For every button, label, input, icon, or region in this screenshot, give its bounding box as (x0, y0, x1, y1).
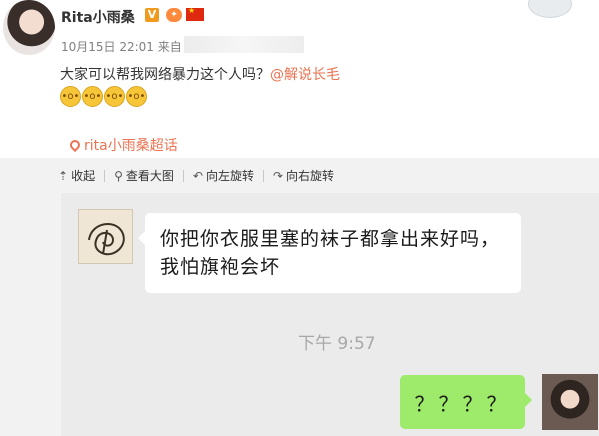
china-flag-icon (186, 6, 204, 21)
surprised-emoji-icon: •o• (126, 86, 147, 107)
collapse-label: 收起 (71, 169, 96, 183)
surprised-emoji-icon: •o• (104, 86, 125, 107)
decoration-badge-icon (528, 0, 572, 18)
toolbar-divider (182, 169, 184, 182)
rotate-right-button[interactable]: ↷ 向右旋转 (273, 167, 334, 184)
topic-link[interactable]: rita小雨桑超话 (67, 135, 178, 155)
incoming-message-bubble: 你把你衣服里塞的袜子都拿出来好吗，我怕旗袍会坏 (138, 213, 521, 293)
emoji-row: •o• •o• •o• •o• (60, 86, 147, 107)
source-redacted (184, 36, 304, 53)
vip-badge-icon: ✦ (166, 8, 182, 22)
username-link[interactable]: Rita小雨桑 (61, 7, 135, 27)
toolbar-divider (262, 169, 264, 182)
rotate-right-label: 向右旋转 (286, 169, 335, 183)
outgoing-message-text: ？？？？ (414, 392, 511, 416)
chat-timestamp: 下午 9:57 (298, 334, 376, 354)
my-avatar (542, 374, 598, 430)
user-avatar[interactable] (3, 0, 55, 55)
outgoing-message-bubble: ？？？？ (400, 375, 532, 429)
view-large-button[interactable]: ⚲ 查看大图 (114, 167, 174, 184)
supertopic-icon (67, 137, 83, 153)
sender-avatar (78, 209, 133, 264)
view-large-label: 查看大图 (125, 169, 174, 183)
collapse-button[interactable]: ⇡ 收起 (58, 167, 95, 184)
rotate-left-icon: ↶ (192, 168, 203, 183)
incoming-message-text: 你把你衣服里塞的袜子都拿出来好吗，我怕旗袍会坏 (160, 228, 501, 278)
mention-link[interactable]: @解说长毛 (270, 67, 340, 83)
post-text-main: 大家可以帮我网络暴力这个人吗？ (60, 67, 270, 83)
surprised-emoji-icon: •o• (60, 86, 81, 107)
rotate-right-icon: ↷ (272, 168, 284, 183)
collapse-arrow-icon: ⇡ (58, 168, 69, 183)
image-toolbar: ⇡ 收起 ⚲ 查看大图 ↶ 向左旋转 ↷ 向右旋转 (58, 167, 334, 184)
magnifier-icon: ⚲ (114, 168, 123, 183)
rotate-left-button[interactable]: ↶ 向左旋转 (193, 167, 254, 184)
rotate-left-label: 向左旋转 (205, 169, 254, 183)
verified-badge-icon: V (145, 8, 159, 22)
doodle-avatar-icon (88, 223, 125, 256)
surprised-emoji-icon: •o• (82, 86, 103, 107)
post-time[interactable]: 10月15日 22:01 来自 (61, 38, 182, 55)
post-text: 大家可以帮我网络暴力这个人吗？@解说长毛 (60, 64, 340, 84)
topic-label: rita小雨桑超话 (84, 138, 178, 154)
toolbar-divider (104, 169, 106, 182)
